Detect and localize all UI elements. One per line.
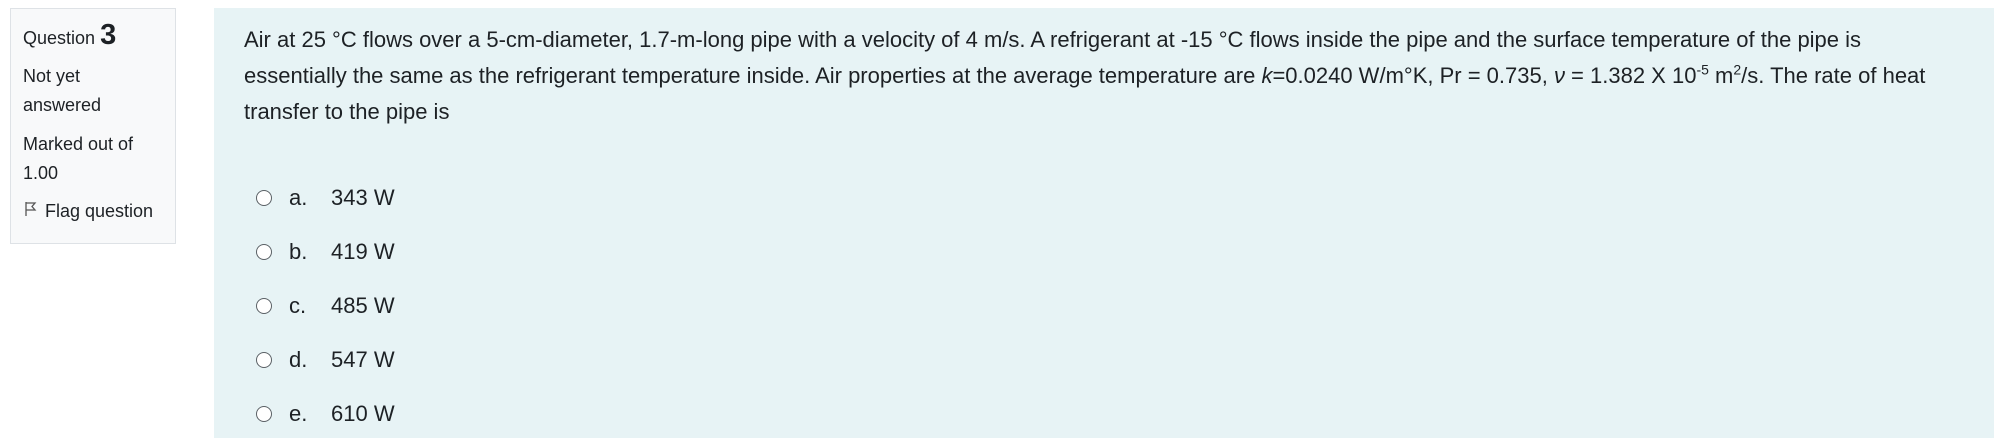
- question-text-part-2: =0.0240 W/m°K, Pr = 0.735,: [1272, 63, 1554, 88]
- state-line-1: Not yet: [23, 66, 81, 86]
- radio-button[interactable]: [256, 352, 272, 368]
- answer-letter: e.: [289, 401, 308, 426]
- question-text-part-4: m: [1708, 63, 1734, 88]
- question-text: Air at 25 °C flows over a 5-cm-diameter,…: [244, 22, 1964, 130]
- exponent-1: -5: [1696, 61, 1709, 78]
- question-info-panel: Question 3 Not yet answered Marked out o…: [10, 8, 176, 244]
- radio-button[interactable]: [256, 406, 272, 422]
- answer-option[interactable]: b. 419 W: [244, 225, 1964, 279]
- question-text-part-3: = 1.382 X 10: [1564, 63, 1697, 88]
- radio-button[interactable]: [256, 244, 272, 260]
- flag-question-link[interactable]: Flag question: [23, 197, 163, 226]
- radio-button[interactable]: [256, 298, 272, 314]
- answer-option[interactable]: d. 547 W: [244, 333, 1964, 387]
- question-state: Not yet answered: [23, 62, 163, 120]
- answer-text[interactable]: 419 W: [331, 239, 395, 265]
- exponent-2: 2: [1733, 61, 1742, 78]
- flag-question-label[interactable]: Flag question: [45, 197, 153, 226]
- answer-option[interactable]: e. 610 W: [244, 387, 1964, 441]
- question-content: Air at 25 °C flows over a 5-cm-diameter,…: [214, 8, 1994, 438]
- question-grade: Marked out of 1.00: [23, 130, 163, 188]
- k-symbol: k: [1261, 63, 1273, 88]
- radio-button[interactable]: [256, 190, 272, 206]
- state-line-2: answered: [23, 95, 102, 115]
- answer-letter: d.: [289, 347, 308, 372]
- answer-option[interactable]: a. 343 W: [244, 171, 1964, 225]
- answer-option[interactable]: c. 485 W: [244, 279, 1964, 333]
- answer-options: a. 343 W b. 419 W c. 485 W d. 547 W e. 6…: [244, 171, 1964, 441]
- answer-text[interactable]: 547 W: [331, 347, 395, 373]
- nu-symbol: ν: [1553, 63, 1565, 88]
- answer-text[interactable]: 343 W: [331, 185, 395, 211]
- answer-text[interactable]: 610 W: [331, 401, 395, 427]
- answer-text[interactable]: 485 W: [331, 293, 395, 319]
- answer-letter: b.: [289, 239, 308, 264]
- answer-letter: a.: [289, 185, 308, 210]
- answer-letter: c.: [289, 293, 307, 318]
- question-number: Question 3: [23, 15, 163, 58]
- flag-icon: [23, 197, 39, 226]
- question-label: Question: [23, 28, 96, 48]
- grade-line-1: Marked out of: [23, 134, 134, 154]
- grade-line-2: 1.00: [23, 163, 59, 183]
- question-number-value: 3: [100, 19, 117, 51]
